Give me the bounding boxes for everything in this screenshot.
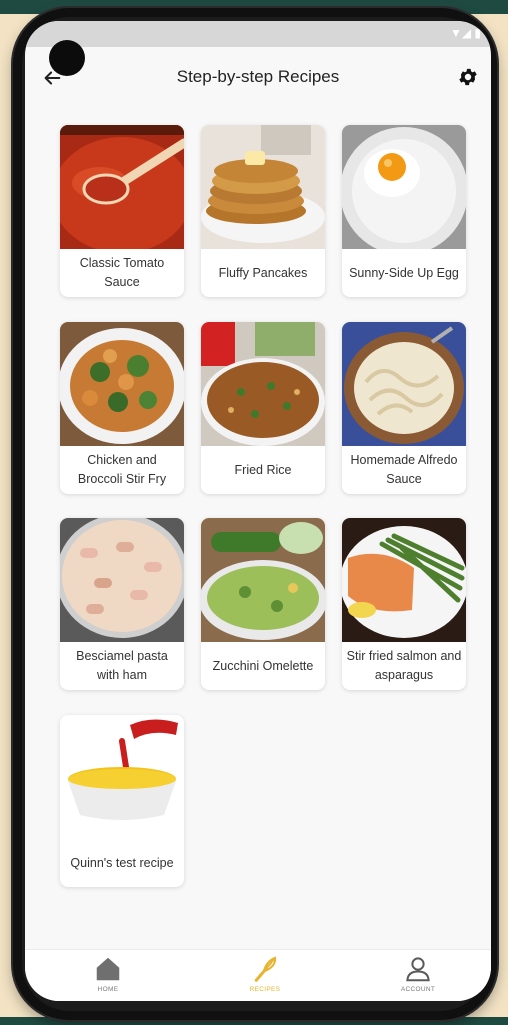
recipe-title: Quinn's test recipe xyxy=(70,855,174,870)
account-icon xyxy=(406,957,430,982)
recipe-image-egg xyxy=(342,125,466,249)
nav-account-label: ACCOUNT xyxy=(400,986,436,993)
recipe-title: Zucchini Omelette xyxy=(212,658,314,673)
recipe-image-tomato-sauce xyxy=(60,125,184,249)
recipe-image-test xyxy=(60,715,184,839)
nav-home-label: HOME xyxy=(97,986,119,993)
recipe-title: Homemade Alfredo Sauce xyxy=(350,453,458,486)
recipe-image-stir-fry xyxy=(60,322,184,446)
recipe-image-pancakes xyxy=(201,125,325,249)
recipe-card-sunny-side-up-egg[interactable]: Sunny-Side Up Egg xyxy=(342,125,466,297)
recipe-title: Fried Rice xyxy=(234,462,292,477)
recipe-image-besciamel xyxy=(60,518,184,642)
nav-recipes-label: RECIPES xyxy=(249,986,281,993)
whisk-icon xyxy=(254,956,277,982)
nav-account[interactable]: ACCOUNT xyxy=(378,954,458,1000)
recipe-card-fried-rice[interactable]: Fried Rice xyxy=(201,322,325,494)
app-header: Step-by-step Recipes xyxy=(25,47,491,109)
recipe-card-quinns-test-recipe[interactable]: Quinn's test recipe xyxy=(60,715,184,887)
home-icon xyxy=(96,957,120,981)
recipe-card-zucchini-omelette[interactable]: Zucchini Omelette xyxy=(201,518,325,690)
recipe-card-salmon-asparagus[interactable]: Stir fried salmon and asparagus xyxy=(342,518,466,690)
recipe-card-besciamel-pasta[interactable]: Besciamel pasta with ham xyxy=(60,518,184,690)
page-title: Step-by-step Recipes xyxy=(176,67,340,86)
app-screen: ▼◢ ▮ Step-by-step Recipes Classic Tomato… xyxy=(25,21,491,1001)
recipe-image-fried-rice xyxy=(201,322,325,446)
recipe-title: Sunny-Side Up Egg xyxy=(349,265,459,280)
recipe-title: Stir fried salmon and asparagus xyxy=(346,649,462,682)
bottom-navigation: HOME RECIPES ACCOUNT xyxy=(25,949,491,1001)
recipe-card-alfredo-sauce[interactable]: Homemade Alfredo Sauce xyxy=(342,322,466,494)
nav-recipes[interactable]: RECIPES xyxy=(225,954,305,1000)
signal-icon: ▼◢ ▮ xyxy=(449,26,481,40)
recipe-title: Besciamel pasta with ham xyxy=(76,649,168,682)
recipe-title: Chicken and Broccoli Stir Fry xyxy=(77,453,167,486)
gear-icon[interactable] xyxy=(457,66,479,88)
nav-home[interactable]: HOME xyxy=(68,954,148,1000)
recipe-image-omelette xyxy=(201,518,325,642)
recipe-card-chicken-broccoli[interactable]: Chicken and Broccoli Stir Fry xyxy=(60,322,184,494)
front-camera xyxy=(49,40,85,76)
recipe-title: Fluffy Pancakes xyxy=(218,265,308,280)
status-bar: ▼◢ ▮ xyxy=(25,21,491,47)
recipe-image-salmon xyxy=(342,518,466,642)
recipe-title: Classic Tomato Sauce xyxy=(79,256,165,289)
recipe-card-fluffy-pancakes[interactable]: Fluffy Pancakes xyxy=(201,125,325,297)
recipe-card-classic-tomato-sauce[interactable]: Classic Tomato Sauce xyxy=(60,125,184,297)
recipe-image-alfredo xyxy=(342,322,466,446)
